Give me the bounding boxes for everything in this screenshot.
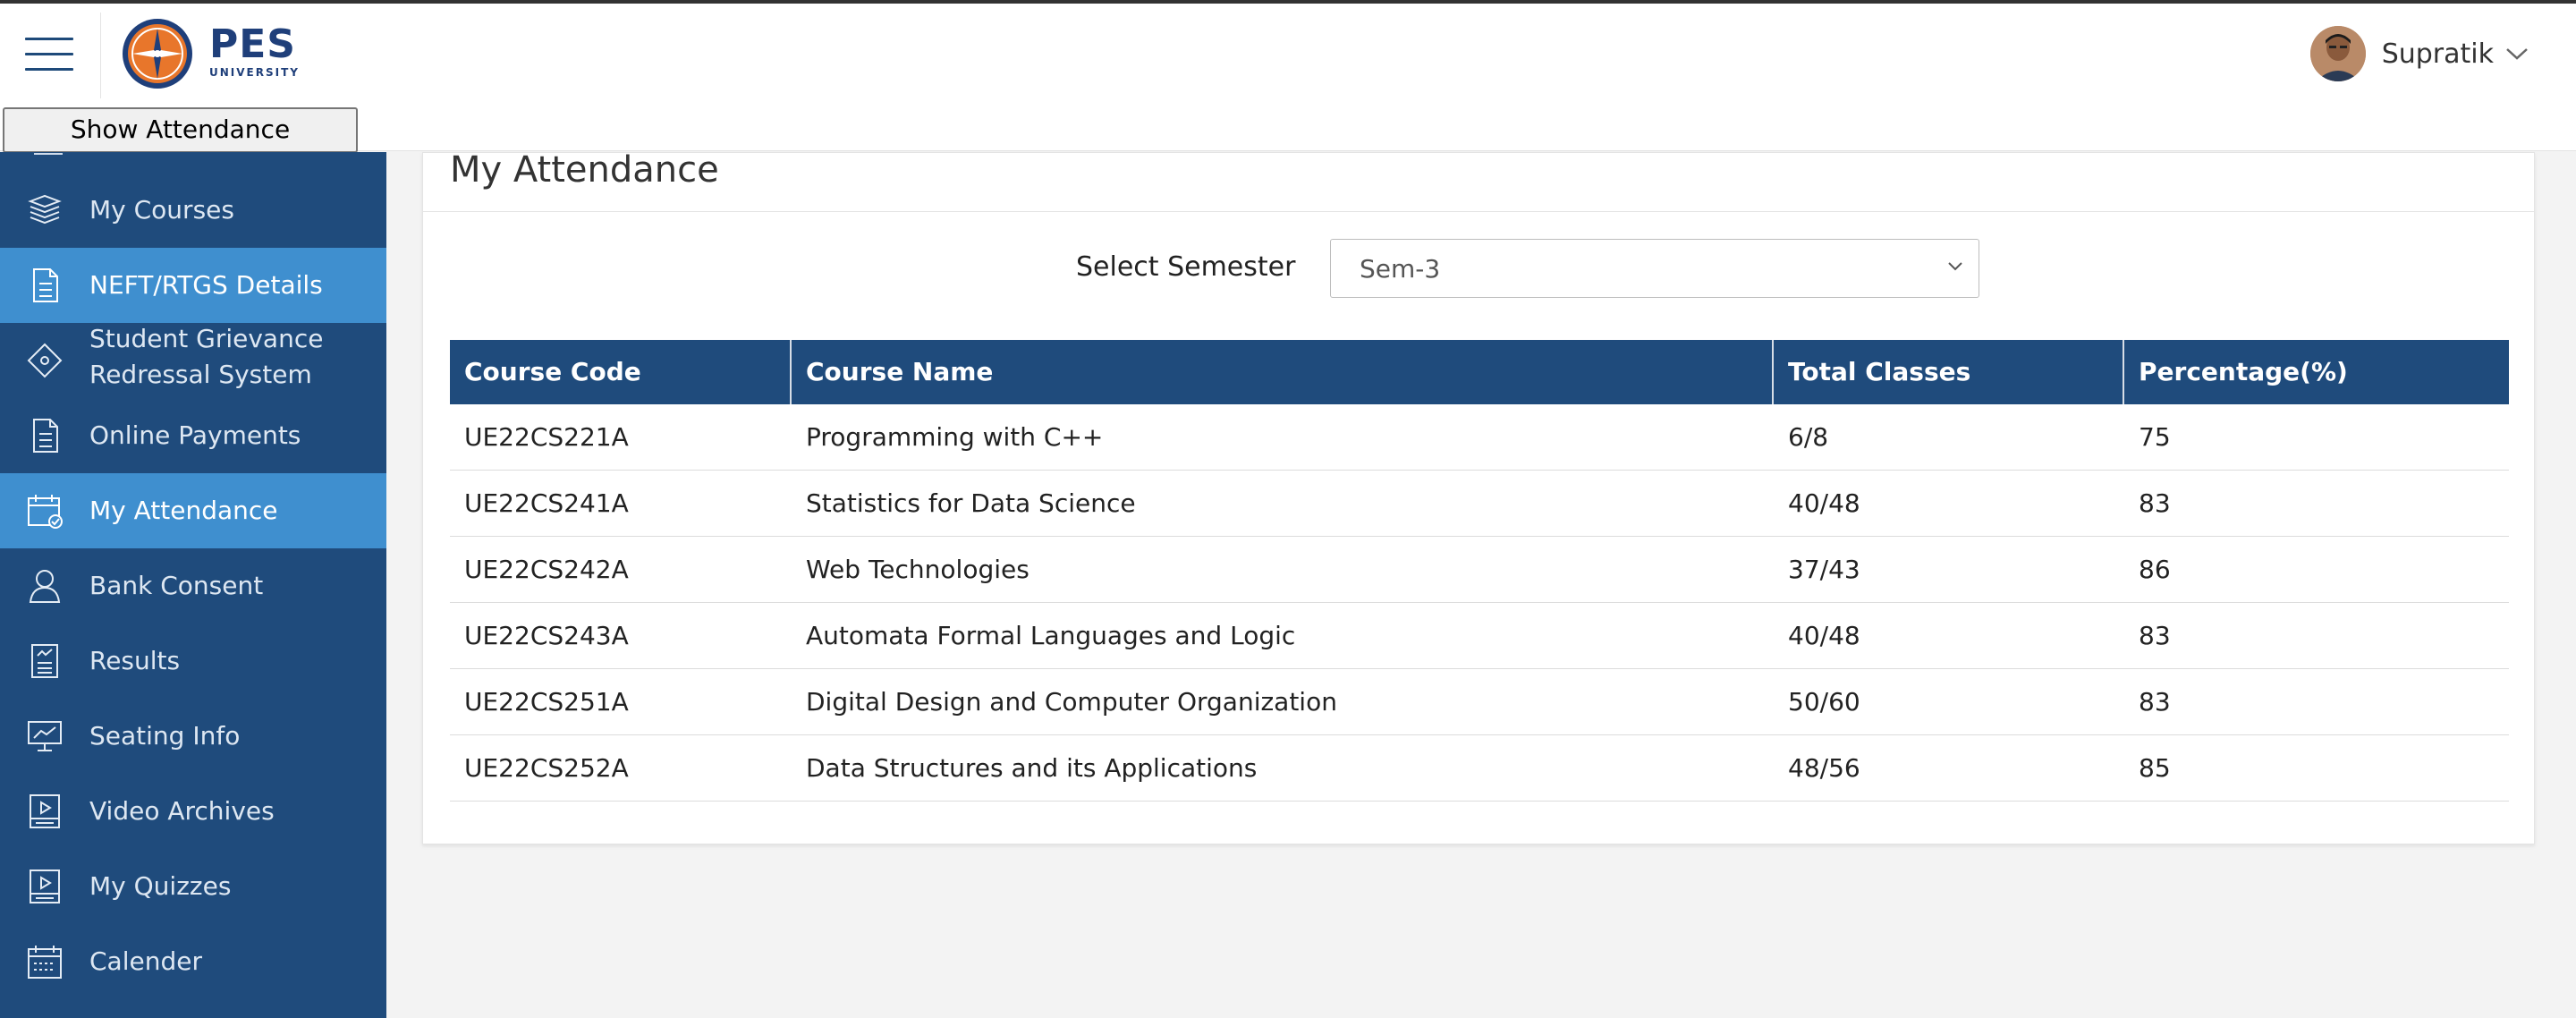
- user-icon: [29, 570, 61, 603]
- ticket-icon: [27, 343, 63, 378]
- semester-select[interactable]: Sem-3: [1330, 239, 1979, 298]
- sidebar-item-label: Results: [89, 646, 181, 675]
- hamburger-menu-icon[interactable]: [25, 38, 73, 75]
- table-row: UE22CS242A Web Technologies 37/43 86: [450, 537, 2509, 603]
- total-classes-cell: 50/60: [1788, 687, 1860, 717]
- sidebar-item-label: Online Payments: [89, 420, 301, 450]
- sidebar-item-video-archives[interactable]: Video Archives: [0, 774, 386, 849]
- top-header: PES UNIVERSITY Supratik Show Attendance …: [0, 4, 2576, 185]
- total-classes-cell: 48/56: [1788, 753, 1860, 783]
- user-name: Supratik: [2381, 38, 2494, 70]
- sidebar-item-my-attendance[interactable]: My Attendance: [0, 473, 386, 548]
- logo-subtext: UNIVERSITY: [209, 66, 300, 79]
- percentage-cell: 83: [2139, 621, 2171, 650]
- course-code-cell: UE22CS221A: [464, 422, 629, 452]
- calendar-icon: [28, 946, 62, 979]
- total-classes-cell: 40/48: [1788, 621, 1860, 650]
- sidebar-item-my-courses[interactable]: My Courses: [0, 173, 386, 248]
- partial-menu-icon: [34, 153, 63, 155]
- table-row: UE22CS241A Statistics for Data Science 4…: [450, 471, 2509, 537]
- sidebar-item-label: Bank Consent: [89, 571, 264, 600]
- pes-logo[interactable]: PES UNIVERSITY: [114, 16, 302, 91]
- document-list-icon: [33, 419, 58, 453]
- total-classes-cell: 37/43: [1788, 555, 1860, 584]
- sidebar-item-student-grievance[interactable]: Student Grievance Redressal System: [0, 323, 386, 398]
- sidebar-item-online-payments[interactable]: Online Payments: [0, 398, 386, 473]
- chevron-down-icon: [1948, 262, 1962, 271]
- table-header: Course Code Course Name Total Classes Pe…: [450, 340, 2509, 404]
- report-icon: [31, 644, 58, 678]
- sidebar-item-label: Student Grievance: [89, 324, 324, 353]
- header-divider: [100, 13, 101, 98]
- books-icon: [28, 194, 62, 225]
- video-icon: [30, 870, 60, 903]
- sidebar-item-neft-rtgs-details[interactable]: NEFT/RTGS Details: [0, 248, 386, 323]
- table-row: UE22CS243A Automata Formal Languages and…: [450, 603, 2509, 669]
- course-name-cell: Data Structures and its Applications: [806, 753, 1258, 783]
- column-header-percentage: Percentage(%): [2139, 357, 2348, 386]
- pes-emblem-icon: [123, 19, 192, 89]
- monitor-icon: [28, 721, 62, 751]
- semester-selected-value: Sem-3: [1360, 254, 1441, 284]
- sidebar: My Courses NEFT/RTGS Details Student Gri…: [0, 152, 386, 1018]
- sidebar-item-calender[interactable]: Calender: [0, 924, 386, 999]
- sidebar-item-seating-info[interactable]: Seating Info: [0, 699, 386, 774]
- show-attendance-calculator-button[interactable]: Show Attendance Calculator: [3, 107, 358, 185]
- percentage-cell: 86: [2139, 555, 2171, 584]
- sidebar-item-bank-consent[interactable]: Bank Consent: [0, 548, 386, 624]
- course-code-cell: UE22CS242A: [464, 555, 629, 584]
- attendance-table: Course Code Course Name Total Classes Pe…: [450, 340, 2509, 802]
- user-menu[interactable]: Supratik: [2309, 25, 2529, 82]
- sidebar-item-label: Seating Info: [89, 721, 241, 751]
- course-code-cell: UE22CS241A: [464, 488, 629, 518]
- logo-text: PES: [209, 21, 296, 67]
- total-classes-cell: 40/48: [1788, 488, 1860, 518]
- column-header-course-name: Course Name: [792, 340, 1774, 404]
- calendar-check-icon: [28, 495, 63, 529]
- course-code-cell: UE22CS252A: [464, 753, 629, 783]
- course-name-cell: Web Technologies: [806, 555, 1030, 584]
- sidebar-item-label: Calender: [89, 946, 202, 976]
- avatar: [2309, 26, 2366, 81]
- sidebar-item-label: My Quizzes: [89, 871, 232, 901]
- course-code-cell: UE22CS251A: [464, 687, 629, 717]
- sidebar-item-label: Video Archives: [89, 796, 275, 826]
- attendance-card: My Attendance Select Semester Sem-3 Cour…: [422, 149, 2535, 844]
- table-row: UE22CS221A Programming with C++ 6/8 75: [450, 404, 2509, 471]
- video-icon: [30, 794, 60, 828]
- column-header-course-code: Course Code: [450, 340, 792, 404]
- sidebar-item-my-quizzes[interactable]: My Quizzes: [0, 849, 386, 924]
- table-row: UE22CS252A Data Structures and its Appli…: [450, 735, 2509, 802]
- chevron-down-icon: [2506, 48, 2528, 60]
- course-code-cell: UE22CS243A: [464, 621, 629, 650]
- sidebar-item-results[interactable]: Results: [0, 624, 386, 699]
- sidebar-item-label: Redressal System: [89, 360, 312, 389]
- percentage-cell: 85: [2139, 753, 2171, 783]
- table-row: UE22CS251A Digital Design and Computer O…: [450, 669, 2509, 735]
- percentage-cell: 83: [2139, 488, 2171, 518]
- percentage-cell: 83: [2139, 687, 2171, 717]
- document-list-icon: [33, 268, 58, 302]
- course-name-cell: Digital Design and Computer Organization: [806, 687, 1337, 717]
- sidebar-item-label: My Courses: [89, 195, 234, 225]
- semester-label: Select Semester: [1076, 251, 1296, 283]
- sidebar-item-label: NEFT/RTGS Details: [89, 270, 323, 300]
- course-name-cell: Programming with C++: [806, 422, 1104, 452]
- course-name-cell: Statistics for Data Science: [806, 488, 1136, 518]
- total-classes-cell: 6/8: [1788, 422, 1829, 452]
- column-header-total-classes: Total Classes: [1774, 340, 2124, 404]
- page-title: My Attendance: [450, 149, 719, 191]
- title-divider: [423, 211, 2534, 212]
- sidebar-item-label: My Attendance: [89, 496, 278, 525]
- percentage-cell: 75: [2139, 422, 2171, 452]
- course-name-cell: Automata Formal Languages and Logic: [806, 621, 1296, 650]
